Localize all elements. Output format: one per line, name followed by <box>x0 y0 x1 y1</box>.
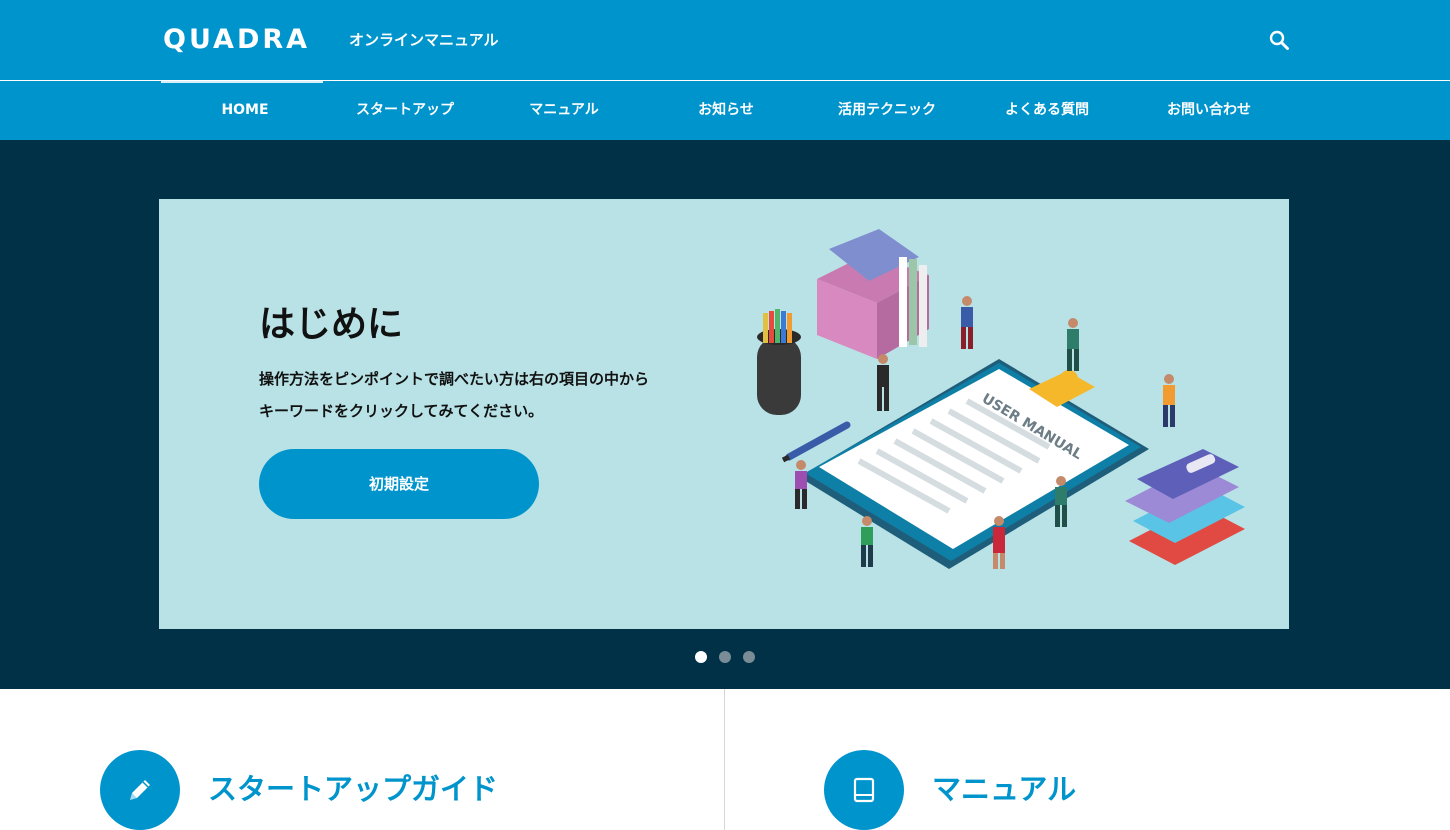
books-stack-top <box>817 229 929 359</box>
carousel-dot-2[interactable] <box>719 651 731 663</box>
nav-item-startup[interactable]: スタートアップ <box>322 81 488 140</box>
startup-guide-link[interactable]: スタートアップガイド <box>100 750 520 830</box>
book-icon <box>853 777 875 803</box>
nav-item-contact[interactable]: お問い合わせ <box>1127 81 1291 140</box>
pencil-icon <box>130 780 150 800</box>
user-manual-illustration: USER MANUAL <box>757 229 1245 569</box>
nav-item-faq[interactable]: よくある質問 <box>966 81 1128 140</box>
clipboard-graphic: USER MANUAL <box>799 359 1149 569</box>
carousel-dot-1[interactable] <box>695 651 707 663</box>
carousel-dot-3[interactable] <box>743 651 755 663</box>
search-icon <box>1269 30 1289 50</box>
startup-guide-icon-circle <box>100 750 180 830</box>
nav-item-news[interactable]: お知らせ <box>645 81 807 140</box>
nav-item-manual[interactable]: マニュアル <box>483 81 645 140</box>
startup-guide-label: スタートアップガイド <box>208 772 499 806</box>
hero-text: 操作方法をピンポイントで調べたい方は右の項目の中からキーワードをクリックしてみて… <box>259 370 650 420</box>
guide-separator <box>724 689 725 830</box>
search-button[interactable] <box>1268 29 1292 53</box>
nav-item-techniques[interactable]: 活用テクニック <box>806 81 968 140</box>
nav-item-home[interactable]: HOME <box>161 81 329 140</box>
books-stack-right <box>1125 449 1245 565</box>
pencil-cup-graphic <box>757 309 801 415</box>
manual-link[interactable]: マニュアル <box>824 750 1124 830</box>
hero-slide: はじめに 操作方法をピンポイントで調べたい方は右の項目の中からキーワードをクリッ… <box>159 199 1289 629</box>
initial-setup-button[interactable]: 初期設定 <box>259 449 539 519</box>
site-logo[interactable]: QUADRA <box>163 24 310 56</box>
site-subtitle: オンラインマニュアル <box>349 31 499 49</box>
manual-icon-circle <box>824 750 904 830</box>
hero-title: はじめに <box>259 304 404 345</box>
carousel-dots <box>0 651 1450 665</box>
manual-label: マニュアル <box>932 772 1077 806</box>
